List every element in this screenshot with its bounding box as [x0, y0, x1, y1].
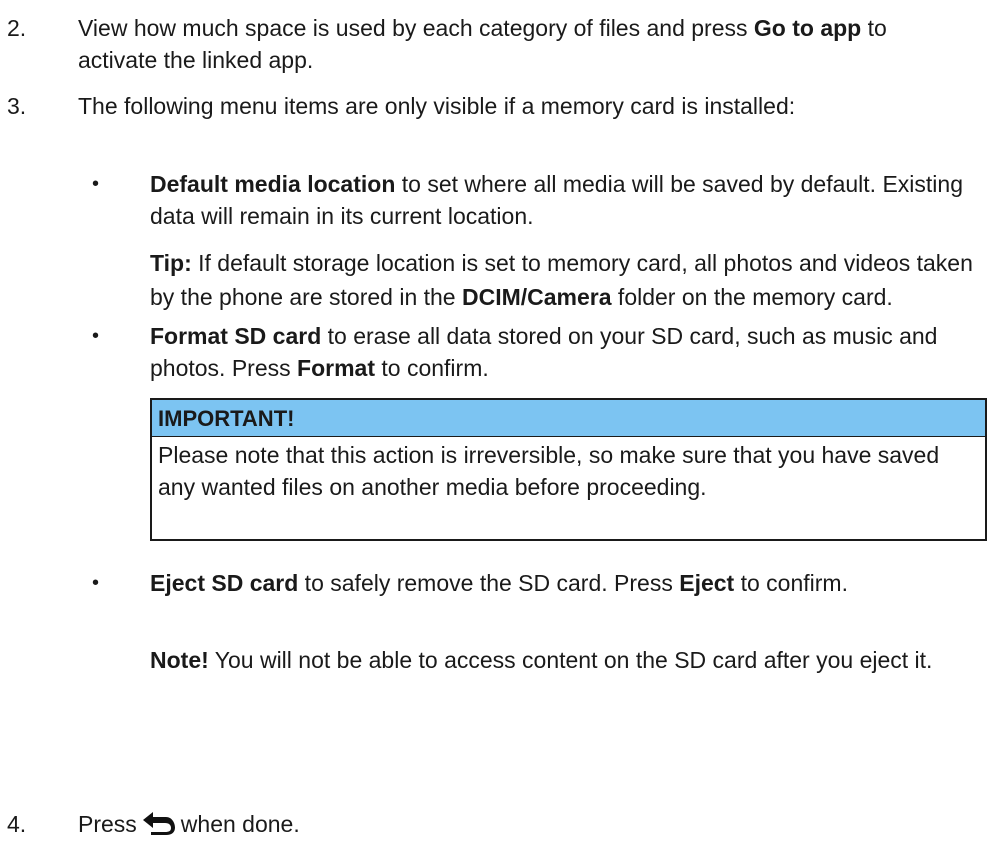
bullet-text: Default media location to set where all … — [150, 171, 963, 229]
step-number: 4. — [7, 811, 27, 837]
bullet-symbol: • — [92, 572, 100, 594]
bullet-symbol: • — [92, 325, 100, 347]
step-number: 3. — [7, 93, 27, 119]
important-title: IMPORTANT! — [152, 400, 985, 437]
bullet-text: Format SD card to erase all data stored … — [150, 323, 938, 381]
step-text: View how much space is used by each cate… — [78, 15, 887, 73]
important-text: Please note that this action is irrevers… — [158, 442, 940, 500]
bullet-symbol: • — [92, 173, 100, 195]
back-icon — [141, 810, 177, 844]
tip-paragraph: Tip: If default storage location is set … — [150, 250, 973, 310]
important-notice-box: IMPORTANT! Please note that this action … — [150, 398, 987, 541]
step-text: The following menu items are only visibl… — [78, 93, 796, 119]
bullet-text: Eject SD card to safely remove the SD ca… — [150, 570, 848, 596]
step-text: Press when done. — [78, 808, 968, 844]
step-number: 2. — [7, 15, 27, 41]
note-paragraph: Note! You will not be able to access con… — [150, 647, 933, 673]
